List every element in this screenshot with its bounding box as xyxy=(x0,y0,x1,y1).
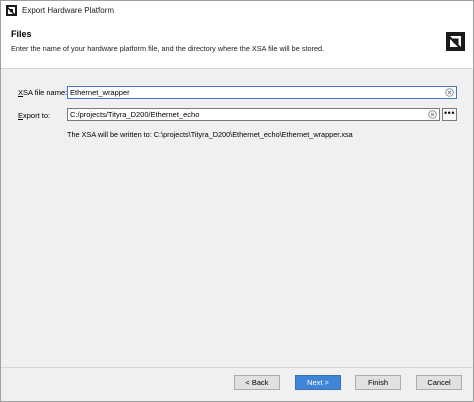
footer-divider xyxy=(1,367,473,368)
export-to-input[interactable] xyxy=(68,109,428,120)
export-to-label: Export to: xyxy=(18,111,51,120)
browse-button[interactable]: ••• xyxy=(442,108,457,121)
xsa-file-name-field[interactable] xyxy=(67,86,457,99)
finish-button[interactable]: Finish xyxy=(355,375,401,390)
app-icon xyxy=(6,5,17,16)
export-to-field[interactable] xyxy=(67,108,440,121)
back-button[interactable]: < Back xyxy=(234,375,280,390)
page-description: Enter the name of your hardware platform… xyxy=(11,44,325,53)
xsa-file-name-label: XSA file name: xyxy=(18,88,68,97)
export-hardware-platform-dialog: Export Hardware Platform Files Enter the… xyxy=(0,0,474,402)
amd-logo-icon xyxy=(446,32,465,51)
clear-icon[interactable] xyxy=(445,88,454,97)
xsa-output-path-info: The XSA will be written to: C:\projects\… xyxy=(67,130,353,139)
wizard-header: Files Enter the name of your hardware pl… xyxy=(1,20,473,69)
page-title: Files xyxy=(11,29,32,39)
title-bar: Export Hardware Platform xyxy=(1,1,473,20)
next-button[interactable]: Next > xyxy=(295,375,341,390)
cancel-button[interactable]: Cancel xyxy=(416,375,462,390)
xsa-file-name-input[interactable] xyxy=(68,87,445,98)
window-title: Export Hardware Platform xyxy=(22,6,115,15)
clear-icon[interactable] xyxy=(428,110,437,119)
